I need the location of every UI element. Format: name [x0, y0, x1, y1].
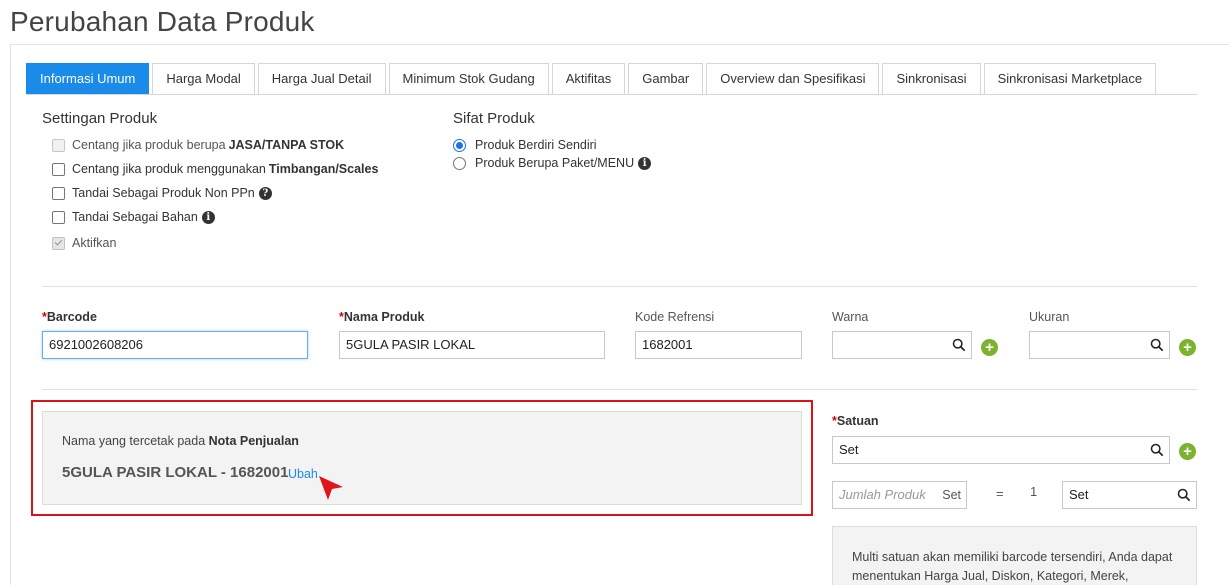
sifat-title: Sifat Produk [453, 110, 535, 127]
tab-bar: Informasi Umum Harga Modal Harga Jual De… [26, 63, 1159, 95]
tab-informasi-umum[interactable]: Informasi Umum [26, 63, 150, 94]
equals-sign: = [996, 486, 1004, 501]
nama-produk-input[interactable]: 5GULA PASIR LOKAL [339, 331, 605, 359]
info-circle-icon[interactable]: i [201, 210, 215, 224]
highlight-box [31, 400, 813, 516]
tab-overview-spesifikasi[interactable]: Overview dan Spesifikasi [706, 63, 880, 94]
settingan-title: Settingan Produk [42, 110, 158, 127]
option-bold-label: Timbangan/Scales [268, 162, 379, 176]
satuan-label: *Satuan [832, 414, 879, 428]
option-bahan: Tandai Sebagai Bahan i [52, 210, 215, 224]
option-label: Tandai Sebagai Bahan [72, 210, 198, 224]
add-satuan-icon[interactable]: + [1179, 443, 1196, 460]
option-jasa-tanpa-stok: Centang jika produk berupa JASA/TANPA ST… [52, 138, 344, 152]
multi-satuan-info-text: Multi satuan akan memiliki barcode terse… [852, 550, 1173, 583]
option-label: Aktifkan [72, 236, 117, 250]
option-bold-label: JASA/TANPA STOK [228, 138, 345, 152]
tab-gambar[interactable]: Gambar [628, 63, 704, 94]
jumlah-produk-input[interactable]: Jumlah Produk Set [832, 481, 967, 509]
option-label: Centang jika produk berupa [72, 138, 226, 152]
option-timbangan: Centang jika produk menggunakan Timbanga… [52, 162, 378, 176]
add-warna-icon[interactable]: + [981, 339, 998, 356]
search-icon[interactable] [1150, 443, 1164, 457]
red-arrow-icon [319, 476, 343, 500]
tab-sinkronisasi-marketplace[interactable]: Sinkronisasi Marketplace [983, 63, 1157, 94]
tab-aktifitas[interactable]: Aktifitas [551, 63, 626, 94]
nama-produk-label: *Nama Produk [339, 310, 425, 324]
barcode-label: *Barcode [42, 310, 97, 324]
bahan-checkbox[interactable] [52, 210, 65, 224]
ukuran-input[interactable] [1029, 331, 1170, 359]
radio-label: Produk Berdiri Sendiri [475, 138, 597, 152]
warna-input[interactable] [832, 331, 972, 359]
search-icon[interactable] [952, 338, 966, 352]
option-non-ppn: Tandai Sebagai Produk Non PPn ? [52, 186, 272, 200]
option-label: Centang jika produk menggunakan [72, 162, 266, 176]
barcode-input[interactable]: 6921002608206 [42, 331, 308, 359]
tab-sinkronisasi[interactable]: Sinkronisasi [882, 63, 981, 94]
add-ukuran-icon[interactable]: + [1179, 339, 1196, 356]
info-circle-icon[interactable]: i [638, 156, 652, 170]
nota-product-name: 5GULA PASIR LOKAL - 1682001 [62, 464, 289, 481]
divider [42, 389, 1197, 390]
tab-harga-jual-detail[interactable]: Harga Jual Detail [257, 63, 386, 94]
question-circle-icon[interactable]: ? [258, 186, 272, 200]
aktifkan-checkbox[interactable] [52, 236, 65, 250]
timbangan-checkbox[interactable] [52, 162, 65, 176]
jasa-checkbox[interactable] [52, 138, 65, 152]
tab-divider [26, 94, 1197, 95]
ubah-link[interactable]: Ubah [288, 467, 318, 481]
option-berdiri-sendiri: Produk Berdiri Sendiri [453, 138, 597, 152]
option-aktifkan: Aktifkan [52, 236, 116, 250]
option-paket-menu: Produk Berupa Paket/MENU i [453, 156, 652, 170]
option-label: Tandai Sebagai Produk Non PPn [72, 186, 255, 200]
berdiri-sendiri-radio[interactable] [453, 138, 466, 152]
radio-label: Produk Berupa Paket/MENU [475, 156, 635, 170]
ukuran-label: Ukuran [1029, 310, 1070, 324]
kode-refrensi-label: Kode Refrensi [635, 310, 715, 324]
target-satuan-input[interactable]: Set [1062, 481, 1197, 509]
conversion-qty: 1 [1030, 484, 1038, 499]
tab-minimum-stok-gudang[interactable]: Minimum Stok Gudang [388, 63, 549, 94]
satuan-input[interactable]: Set [832, 436, 1170, 464]
divider [42, 286, 1197, 287]
kode-refrensi-input[interactable]: 1682001 [635, 331, 802, 359]
search-icon[interactable] [1150, 338, 1164, 352]
nota-label: Nama yang tercetak pada Nota Penjualan [62, 434, 299, 448]
tab-harga-modal[interactable]: Harga Modal [152, 63, 255, 94]
paket-menu-radio[interactable] [453, 156, 466, 170]
page-title: Perubahan Data Produk [10, 6, 315, 37]
search-icon[interactable] [1177, 488, 1191, 502]
warna-label: Warna [832, 310, 869, 324]
non-ppn-checkbox[interactable] [52, 186, 65, 200]
